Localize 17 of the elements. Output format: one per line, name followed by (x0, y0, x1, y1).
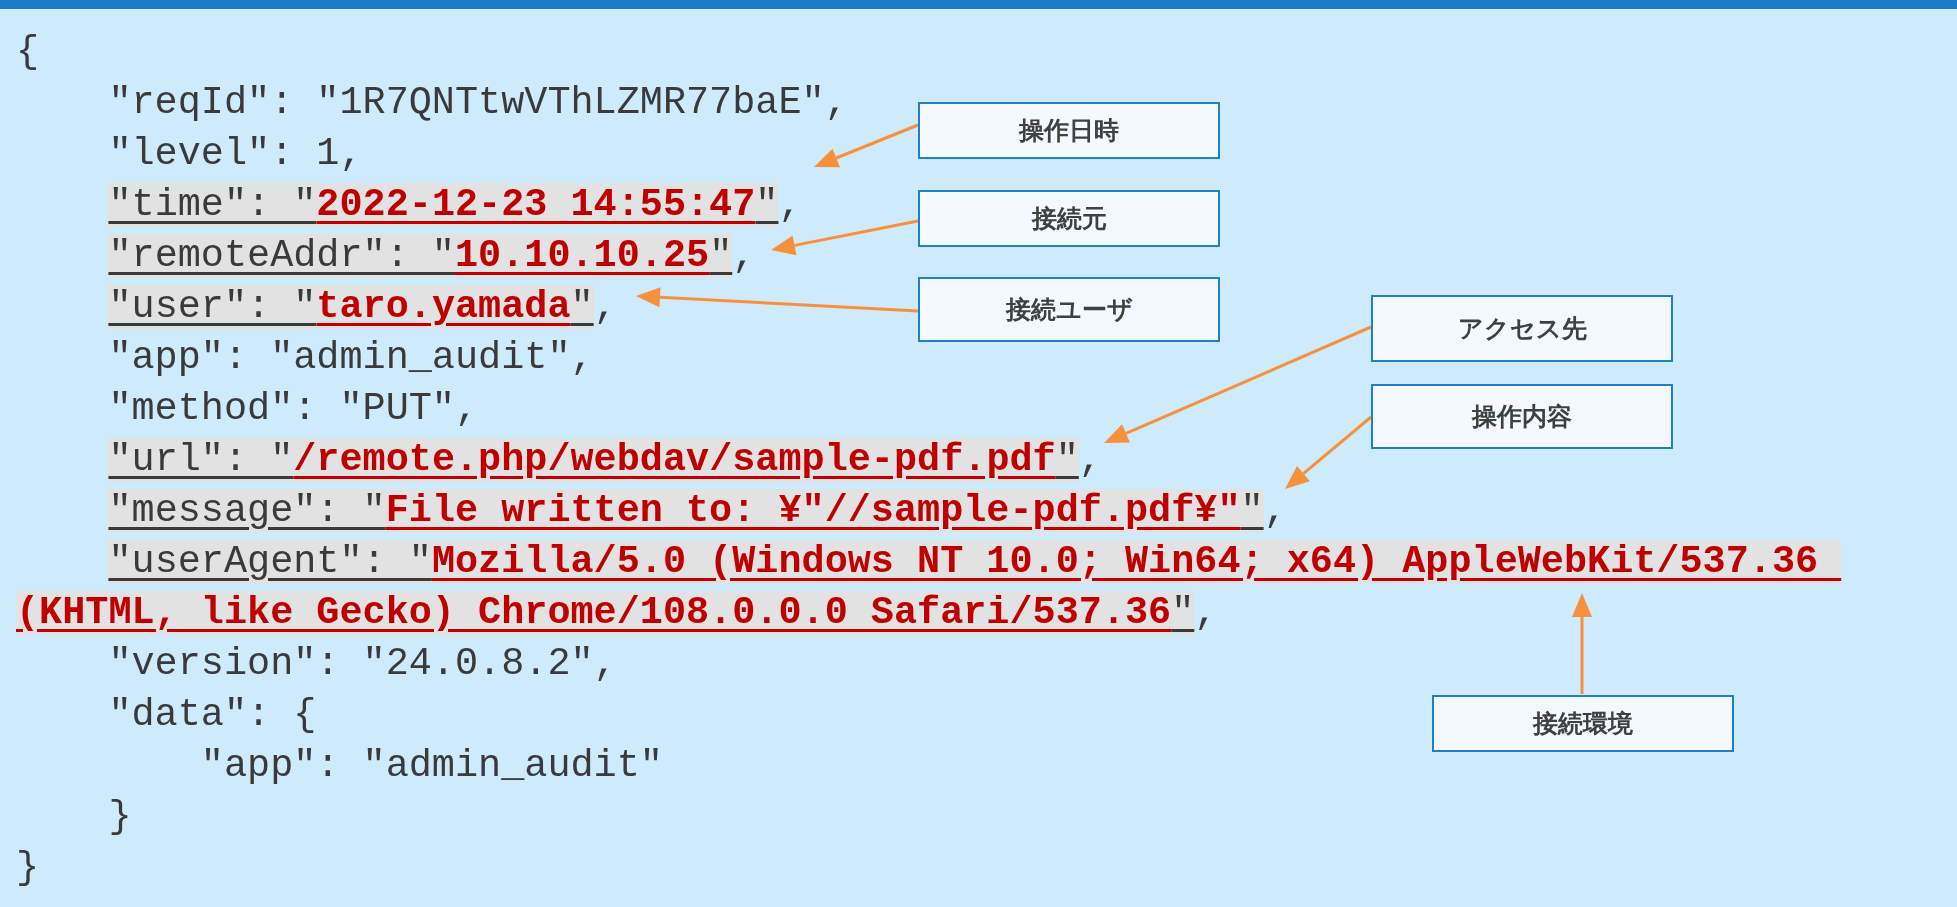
callout-label: 接続環境 (1432, 695, 1734, 752)
callout-label: 操作日時 (918, 102, 1220, 159)
code-line: { (16, 29, 40, 76)
code-line: "level": 1, (107, 131, 363, 178)
code-line: "data": { (107, 692, 317, 739)
code-line: "reqId": "1R7QNTtwVThLZMR77baE", (107, 80, 848, 127)
code-line: "user": "taro.yamada", (107, 284, 617, 331)
code-line: "version": "24.0.8.2", (107, 641, 617, 688)
callout-label: アクセス先 (1371, 295, 1673, 362)
code-line: "app": "admin_audit" (199, 743, 663, 790)
callout-label: 接続ユーザ (918, 277, 1220, 342)
code-line: "app": "admin_audit", (107, 335, 594, 382)
code-line: "method": "PUT", (107, 386, 479, 433)
code-line: } (16, 845, 40, 892)
code-line: } (107, 794, 132, 841)
callout-label: 操作内容 (1371, 384, 1673, 449)
callout-label: 接続元 (918, 190, 1220, 247)
